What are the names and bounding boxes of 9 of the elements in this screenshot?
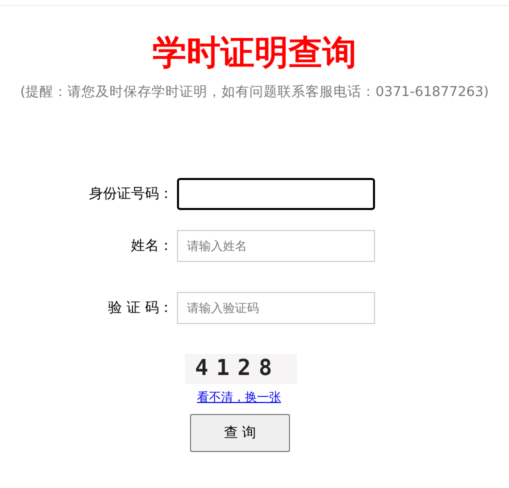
page-title: 学时证明查询 — [152, 36, 358, 70]
field-label: 姓名： — [130, 236, 174, 256]
field-label: 身份证号码： — [88, 184, 174, 204]
captcha-image: 4128 — [185, 354, 297, 384]
refresh-captcha-link[interactable]: 看不清，换一张 — [197, 390, 281, 404]
input-field[interactable] — [177, 178, 375, 210]
notice-text: (提醒：请您及时保存学时证明，如有问题联系客服电话：0371-61877263) — [19, 83, 490, 102]
query-button[interactable]: 查 询 — [190, 414, 290, 452]
field-label: 验 证 码： — [107, 298, 174, 318]
